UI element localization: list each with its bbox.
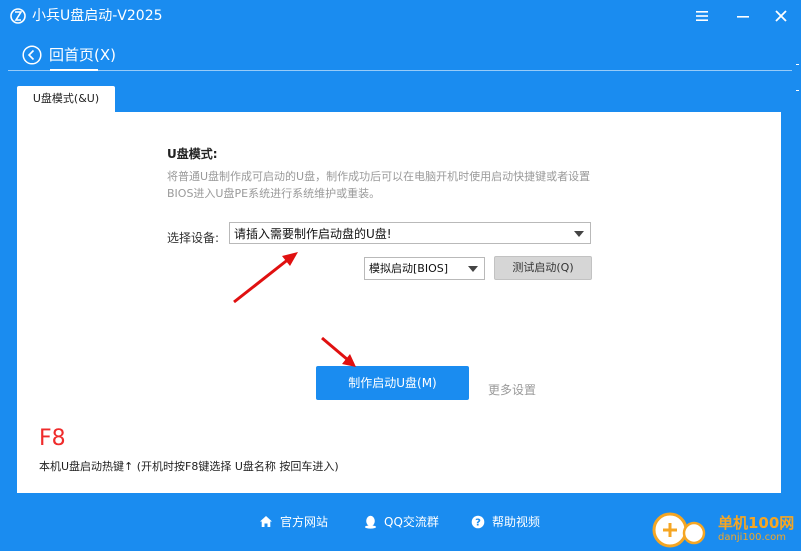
footer-link-help-video[interactable]: ? 帮助视频 (471, 513, 540, 530)
simulate-boot-select[interactable]: 模拟启动[BIOS] (364, 257, 485, 280)
device-select-value: 请插入需要制作启动盘的U盘! (234, 227, 392, 241)
watermark-text: 单机100网 (718, 514, 795, 532)
back-home-label: 回首页(X) (49, 46, 116, 64)
qq-icon (364, 515, 377, 529)
watermark-url: danji100.com (718, 532, 786, 543)
more-settings-link[interactable]: 更多设置 (488, 381, 536, 398)
home-icon (259, 515, 273, 528)
edge-mark (796, 90, 799, 91)
chevron-down-icon (574, 231, 584, 237)
footer-link-label: QQ交流群 (384, 515, 439, 529)
app-logo-icon (10, 8, 26, 24)
menu-button[interactable] (692, 6, 712, 26)
make-bootable-usb-button[interactable]: 制作启动U盘(M) (316, 366, 469, 400)
footer-link-website[interactable]: 官方网站 (259, 513, 328, 530)
device-label: 选择设备: (167, 231, 220, 245)
minimize-icon (737, 16, 749, 18)
simulate-boot-value: 模拟启动[BIOS] (369, 262, 449, 275)
tab-usb-mode[interactable]: U盘模式(&U) (17, 86, 115, 112)
close-icon (775, 10, 787, 22)
annotation-arrow-make (321, 336, 356, 367)
menu-icon (696, 11, 708, 21)
back-home-button[interactable]: 回首页(X) (22, 44, 116, 65)
footer-link-label: 帮助视频 (492, 515, 541, 529)
footer-link-qq-group[interactable]: QQ交流群 (364, 513, 439, 530)
annotation-arrow-device (233, 252, 298, 304)
nav-divider (8, 70, 792, 71)
close-button[interactable] (771, 6, 791, 26)
hotkey-description: 本机U盘启动热键↑ (开机时按F8键选择 U盘名称 按回车进入) (39, 460, 339, 473)
hotkey-key: F8 (39, 426, 66, 451)
test-boot-button[interactable]: 测试启动(Q) (494, 256, 592, 280)
footer-link-label: 官方网站 (280, 515, 329, 529)
help-icon: ? (471, 515, 485, 529)
usb-mode-panel: U盘模式: 将普通U盘制作成可启动的U盘，制作成功后可以在电脑开机时使用启动快捷… (17, 112, 781, 493)
mode-title: U盘模式: (167, 147, 218, 161)
svg-text:?: ? (475, 517, 481, 528)
edge-mark (796, 64, 799, 65)
device-select[interactable]: 请插入需要制作启动盘的U盘! (229, 222, 591, 244)
mode-description: 将普通U盘制作成可启动的U盘，制作成功后可以在电脑开机时使用启动快捷键或者设置B… (167, 170, 591, 200)
nav-active-underline (50, 69, 98, 71)
chevron-down-icon (468, 266, 478, 272)
app-title: 小兵U盘启动-V2025 (32, 8, 163, 24)
minimize-button[interactable] (733, 6, 753, 26)
title-bar: 小兵U盘启动-V2025 (0, 0, 801, 32)
back-arrow-icon (22, 44, 42, 65)
